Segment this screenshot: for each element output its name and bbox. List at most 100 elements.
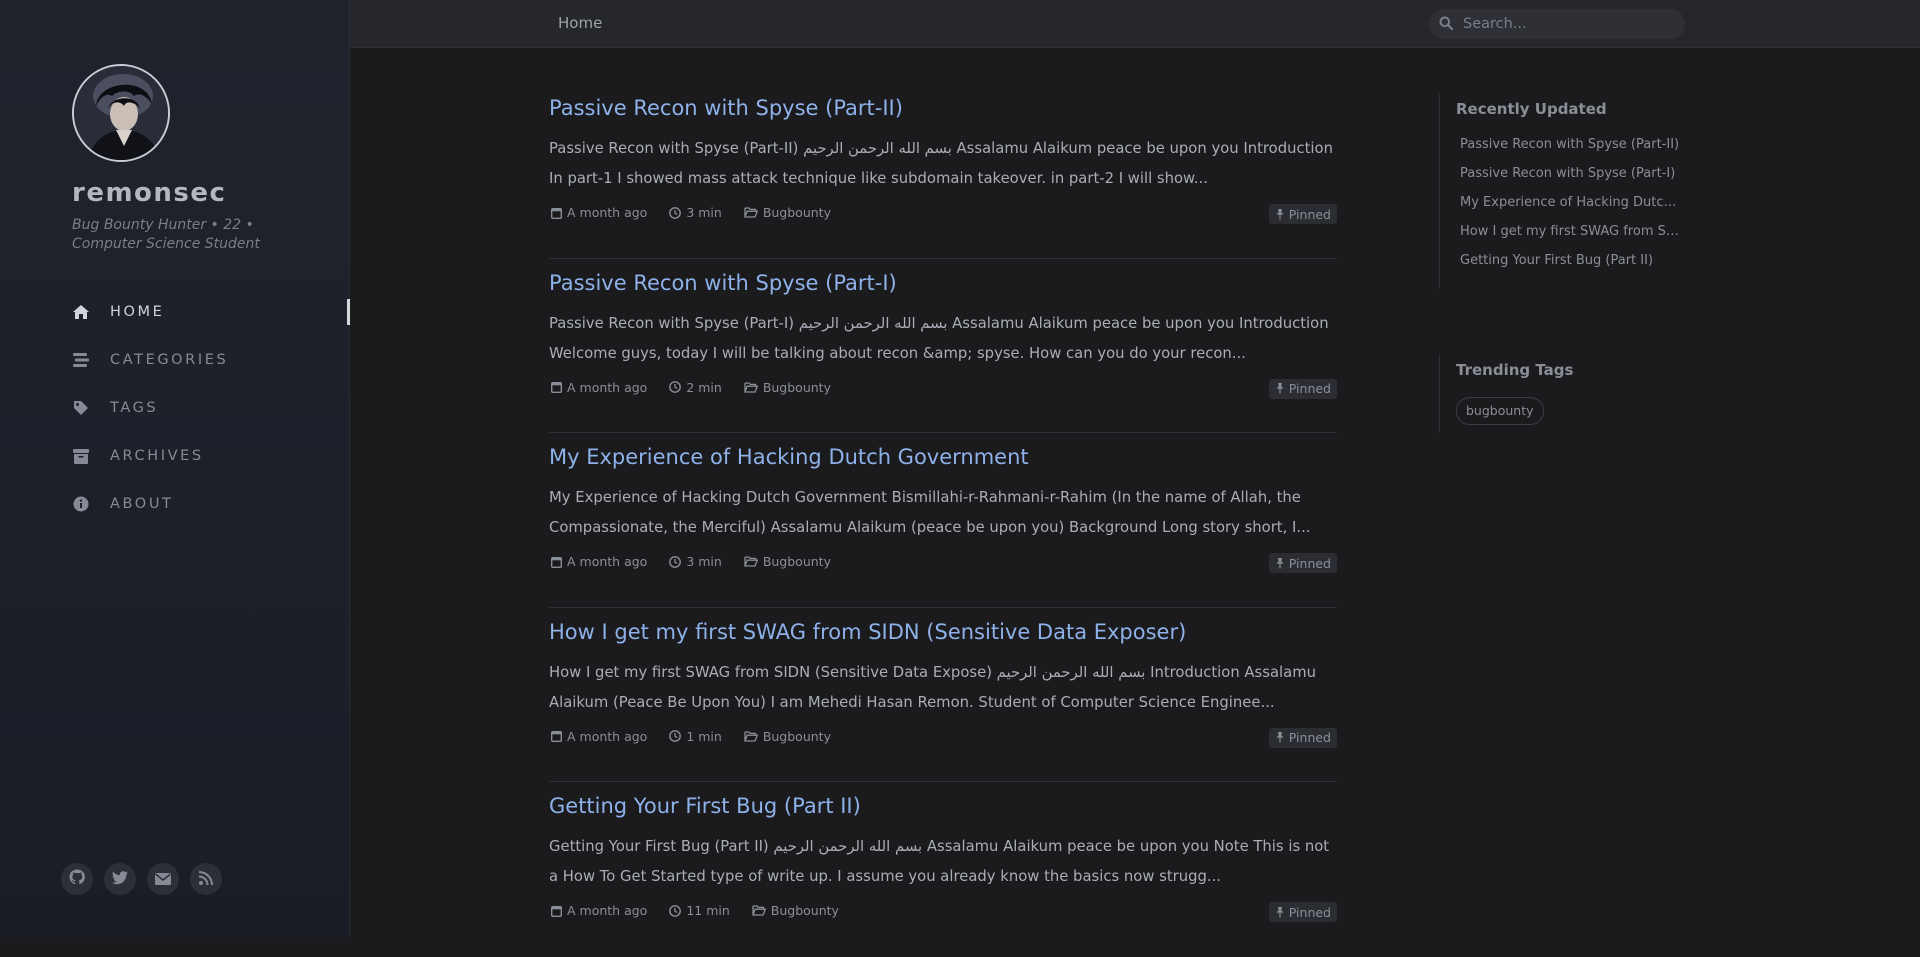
search-box[interactable] xyxy=(1429,9,1685,39)
post-date-text: A month ago xyxy=(567,728,648,744)
post-category: Bugbounty xyxy=(744,205,831,220)
clock-icon xyxy=(669,381,682,393)
email-icon xyxy=(155,870,171,889)
nav-label: CATEGORIES xyxy=(110,352,229,368)
pinned-badge-text: Pinned xyxy=(1288,381,1331,396)
post-title[interactable]: Passive Recon with Spyse (Part-I) xyxy=(549,271,897,295)
folder-open-icon xyxy=(744,381,758,393)
archive-icon xyxy=(72,447,90,465)
search-input[interactable] xyxy=(1461,15,1671,33)
nav-item-categories[interactable]: CATEGORIES xyxy=(0,336,350,384)
nav-label: ARCHIVES xyxy=(110,448,204,464)
breadcrumb: Home xyxy=(558,14,603,32)
post-category-link[interactable]: Bugbounty xyxy=(763,729,831,744)
pinned-badge: Pinned xyxy=(1268,727,1337,748)
post-item: Getting Your First Bug (Part II) Getting… xyxy=(549,782,1337,957)
clock-icon xyxy=(669,730,682,742)
recent-list: Passive Recon with Spyse (Part-II) Passi… xyxy=(1456,130,1699,289)
tag-pill[interactable]: bugbounty xyxy=(1456,397,1544,425)
nav-item-archives[interactable]: ARCHIVES xyxy=(0,432,350,480)
site-title[interactable]: remonsec xyxy=(72,178,226,208)
search-icon xyxy=(1439,15,1454,34)
calendar-icon xyxy=(551,382,562,393)
post-category-link[interactable]: Bugbounty xyxy=(763,554,831,569)
recent-item[interactable]: My Experience of Hacking Dutch Governmen… xyxy=(1456,188,1682,217)
sidebar-nav: HOME CATEGORIES TAGS ARCHIVES ABOUT xyxy=(0,288,350,528)
pinned-badge-text: Pinned xyxy=(1288,555,1331,571)
rss-link[interactable] xyxy=(190,863,222,895)
recently-updated-heading: Recently Updated xyxy=(1456,100,1607,118)
twitter-link[interactable] xyxy=(104,863,136,895)
post-meta: A month ago 3 min Bugbounty xyxy=(551,554,853,569)
post-title[interactable]: How I get my first SWAG from SIDN (Sensi… xyxy=(549,620,1186,644)
post-excerpt: How I get my first SWAG from SIDN (Sensi… xyxy=(549,663,1316,711)
post-read-time: 3 min xyxy=(669,554,722,569)
post-meta: A month ago 1 min Bugbounty xyxy=(551,729,853,744)
post-category: Bugbounty xyxy=(744,554,831,569)
pinned-badge-text: Pinned xyxy=(1288,904,1331,920)
post-date: A month ago xyxy=(551,729,647,744)
side-panel: Recently Updated Passive Recon with Spys… xyxy=(1439,94,1699,433)
calendar-icon xyxy=(551,905,562,917)
post-excerpt: Passive Recon with Spyse (Part-I) بسم ال… xyxy=(549,314,1329,362)
post-list: Passive Recon with Spyse (Part-II) Passi… xyxy=(549,84,1337,957)
calendar-icon xyxy=(551,731,562,742)
pinned-badge: Pinned xyxy=(1268,553,1337,573)
post-excerpt: Getting Your First Bug (Part II) بسم الل… xyxy=(549,838,1330,885)
recent-item[interactable]: Getting Your First Bug (Part II) xyxy=(1456,246,1682,275)
topbar: Home xyxy=(350,0,1920,48)
nav-item-tags[interactable]: TAGS xyxy=(0,384,350,432)
post-date: A month ago xyxy=(551,554,647,569)
nav-item-about[interactable]: ABOUT xyxy=(0,480,350,528)
post-read-time: 2 min xyxy=(669,380,722,395)
post-category-link[interactable]: Bugbounty xyxy=(763,380,831,395)
pinned-badge: Pinned xyxy=(1268,204,1337,224)
nav-label: TAGS xyxy=(110,400,159,416)
clock-icon xyxy=(669,904,682,917)
github-icon xyxy=(69,869,85,889)
post-title[interactable]: Passive Recon with Spyse (Part-II) xyxy=(549,96,903,120)
calendar-icon xyxy=(551,207,562,219)
post-category: Bugbounty xyxy=(744,380,831,395)
post-meta: A month ago 2 min Bugbounty xyxy=(551,380,853,395)
folder-open-icon xyxy=(752,905,766,916)
thumbtack-icon xyxy=(1276,557,1284,568)
email-link[interactable] xyxy=(147,863,179,895)
home-icon xyxy=(72,303,90,321)
post-category-link[interactable]: Bugbounty xyxy=(771,903,839,918)
pinned-badge-text: Pinned xyxy=(1288,730,1331,745)
nav-label: ABOUT xyxy=(110,496,174,512)
folder-open-icon xyxy=(744,730,758,742)
post-category: Bugbounty xyxy=(752,903,839,918)
post-excerpt: Passive Recon with Spyse (Part-II) بسم ا… xyxy=(549,140,1333,187)
post-date-text: A month ago xyxy=(567,205,648,220)
recent-item[interactable]: Passive Recon with Spyse (Part-I) xyxy=(1456,159,1682,188)
post-item: Passive Recon with Spyse (Part-II) Passi… xyxy=(549,84,1337,259)
post-meta: A month ago 3 min Bugbounty xyxy=(551,205,853,220)
post-date: A month ago xyxy=(551,380,647,395)
post-date-text: A month ago xyxy=(567,379,648,395)
avatar[interactable] xyxy=(72,64,170,162)
recent-item[interactable]: How I get my first SWAG from SIDN (Sensi… xyxy=(1456,217,1682,246)
post-title[interactable]: Getting Your First Bug (Part II) xyxy=(549,794,861,818)
post-read-time: 1 min xyxy=(669,729,722,744)
post-read-time-text: 3 min xyxy=(686,554,722,569)
thumbtack-icon xyxy=(1276,906,1284,917)
tag-icon xyxy=(72,399,90,417)
post-excerpt: My Experience of Hacking Dutch Governmen… xyxy=(549,489,1311,536)
social-links xyxy=(61,863,233,895)
trending-tags-heading: Trending Tags xyxy=(1456,361,1574,379)
recent-item[interactable]: Passive Recon with Spyse (Part-II) xyxy=(1456,130,1682,159)
nav-item-home[interactable]: HOME xyxy=(0,288,350,336)
post-read-time: 11 min xyxy=(669,903,730,918)
post-item: My Experience of Hacking Dutch Governmen… xyxy=(549,433,1337,608)
post-title[interactable]: My Experience of Hacking Dutch Governmen… xyxy=(549,445,1029,469)
post-item: Passive Recon with Spyse (Part-I) Passiv… xyxy=(549,259,1337,433)
thumbtack-icon xyxy=(1276,383,1284,394)
pinned-badge: Pinned xyxy=(1268,902,1337,922)
twitter-icon xyxy=(112,870,128,889)
sidebar: remonsec Bug Bounty Hunter • 22 • Comput… xyxy=(0,0,350,937)
github-link[interactable] xyxy=(61,863,93,895)
folder-open-icon xyxy=(744,207,758,218)
post-category-link[interactable]: Bugbounty xyxy=(763,205,831,220)
